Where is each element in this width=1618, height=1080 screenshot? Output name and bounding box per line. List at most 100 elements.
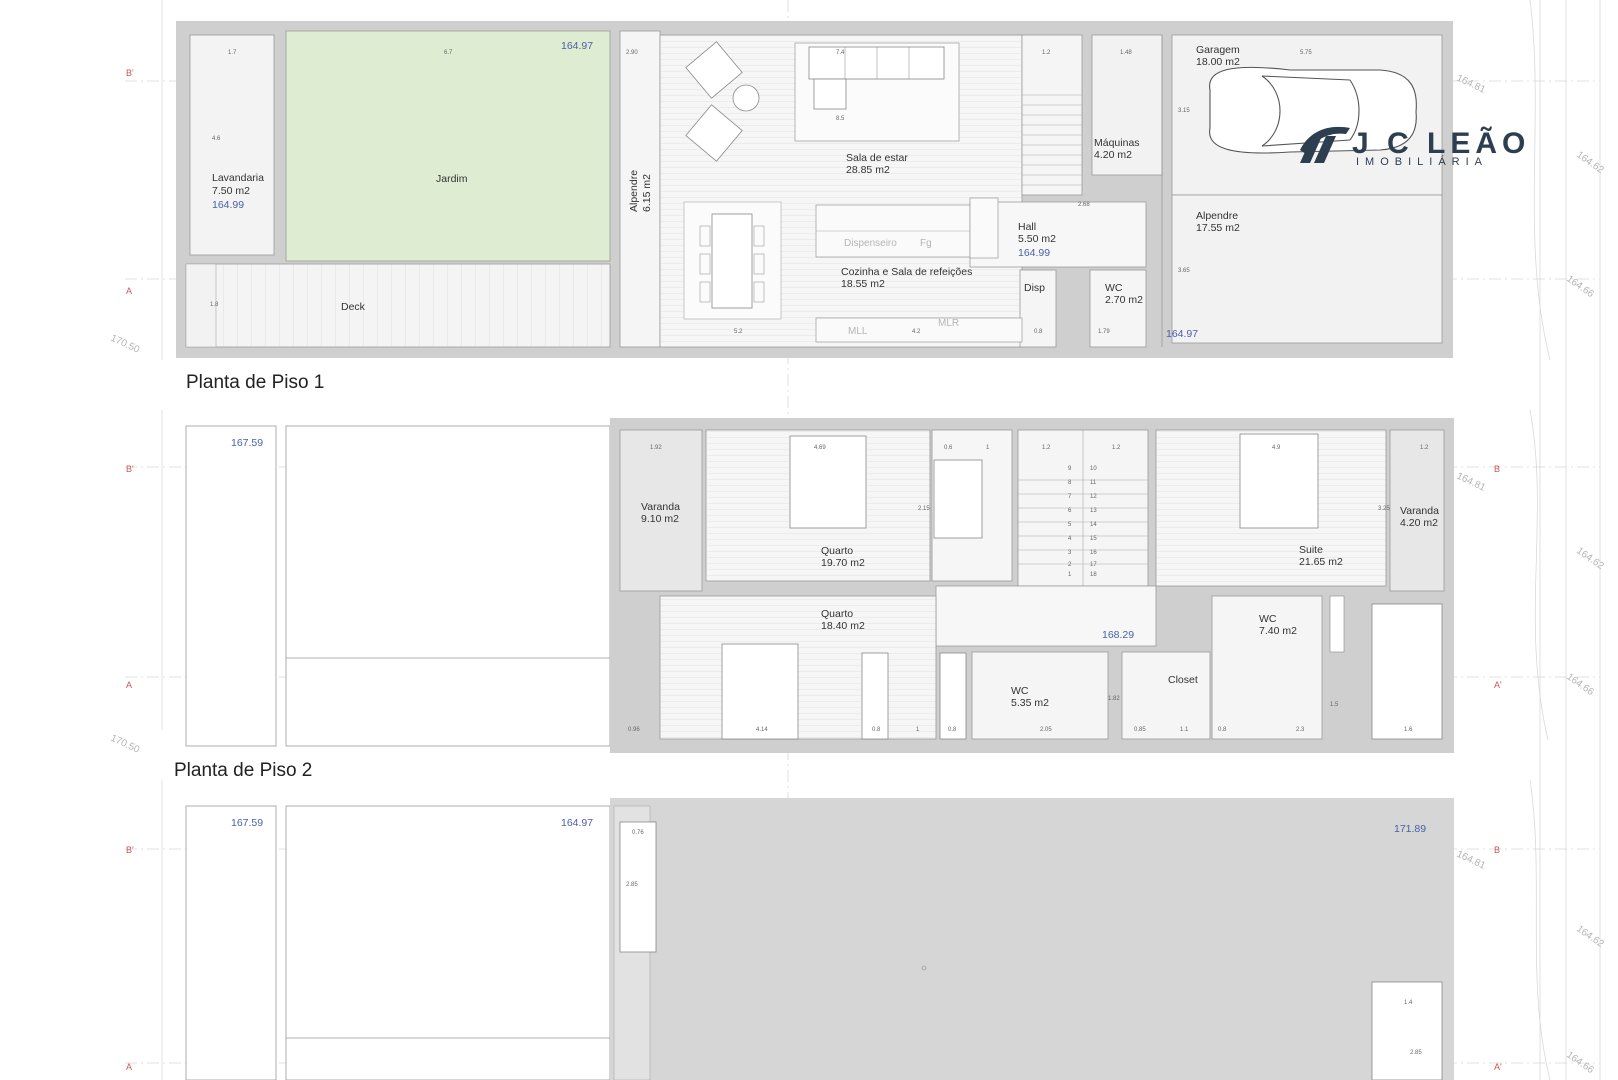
- dim-f3-2: 2.85: [626, 882, 638, 888]
- suite-area: 21.65 m2: [1299, 556, 1343, 568]
- quarto2-label: Quarto: [821, 608, 853, 620]
- dim-f1-14: 1.79: [1098, 329, 1110, 335]
- dim-f1-13: 0.8: [1034, 329, 1043, 335]
- dim-f2-8: 1.2: [1420, 445, 1429, 451]
- varanda2-label: Varanda: [1400, 505, 1439, 517]
- floor-1-plan: [176, 21, 1453, 358]
- floor-3-plan: [185, 798, 1454, 1080]
- dim-f2-6: 1.2: [1112, 445, 1121, 451]
- closet-label: Closet: [1168, 674, 1198, 686]
- left-level: 170.50: [109, 333, 142, 356]
- dim-f1-12: 4.2: [912, 329, 921, 335]
- dim-f2-13: 0.8: [872, 727, 881, 733]
- dim-f1-8: 4.6: [212, 136, 221, 142]
- landing-elevation: 168.29: [1102, 629, 1134, 641]
- axis-b-prime: B': [126, 464, 134, 474]
- dispenseiro-label: Dispenseiro: [844, 238, 897, 249]
- side-level: 164.81: [1455, 73, 1488, 96]
- dim-f3-1: 0.76: [632, 830, 644, 836]
- cozinha-area: 18.55 m2: [841, 278, 885, 290]
- alpendre2-label: Alpendre: [1196, 210, 1238, 222]
- dim-f1-5: 1.2: [1042, 50, 1051, 56]
- lavandaria-label: Lavandaria: [212, 172, 264, 184]
- mll-label: MLL: [848, 326, 868, 337]
- floor3-left-elevation: 167.59: [231, 817, 263, 829]
- dim-f2-5: 1.2: [1042, 445, 1051, 451]
- dim-f2-11: 0.96: [628, 727, 640, 733]
- wc1-label: WC: [1105, 282, 1123, 294]
- deck-label: Deck: [341, 301, 366, 313]
- garage-elevation: 164.97: [1166, 328, 1198, 340]
- axis-a: A: [126, 1062, 132, 1072]
- fridge-label: Fg: [920, 238, 932, 249]
- dim-f3-3: 1.4: [1404, 1000, 1413, 1006]
- dim-f2-18: 1.1: [1180, 727, 1189, 733]
- stair-step: 15: [1090, 536, 1097, 542]
- wc-f2-1-area: 5.35 m2: [1011, 697, 1049, 709]
- logo-subtitle: IMOBILIÁRIA: [1356, 155, 1488, 168]
- quarto1-area: 19.70 m2: [821, 557, 865, 569]
- dim-f2-1: 1.92: [650, 445, 662, 451]
- dim-f2-16: 2.05: [1040, 727, 1052, 733]
- quarto2-area: 18.40 m2: [821, 620, 865, 632]
- side-level: 164.62: [1574, 545, 1606, 572]
- dim-f2-15: 0.8: [948, 727, 957, 733]
- dim-f1-1: 1.7: [228, 50, 237, 56]
- side-level: 164.66: [1564, 671, 1596, 698]
- lavandaria-area: 7.50 m2: [212, 185, 250, 197]
- dim-f1-15: 3.15: [1178, 108, 1190, 114]
- dim-f2-22: 1.82: [1108, 696, 1120, 702]
- hall-label: Hall: [1018, 221, 1036, 233]
- floor-1-title: Planta de Piso 1: [186, 372, 324, 393]
- stair-step: 13: [1090, 508, 1097, 514]
- alpendre-area: 6.15 m2: [641, 174, 653, 212]
- maquinas-area: 4.20 m2: [1094, 149, 1132, 161]
- floor3-mid-elevation: 164.97: [561, 817, 593, 829]
- dim-f2-23: 1.5: [1330, 702, 1339, 708]
- stair-step: 11: [1090, 480, 1097, 486]
- stair-step: 18: [1090, 572, 1097, 578]
- side-level: 164.66: [1564, 273, 1596, 300]
- garden-elevation: 164.97: [561, 40, 593, 52]
- wc-f2-2-label: WC: [1259, 613, 1277, 625]
- dim-f1-17: 1.8: [210, 302, 219, 308]
- axis-b-prime: B': [126, 845, 134, 855]
- hall-area: 5.50 m2: [1018, 233, 1056, 245]
- alpendre-label: Alpendre: [628, 170, 640, 212]
- varanda1-label: Varanda: [641, 501, 680, 513]
- dim-f2-7: 4.9: [1272, 445, 1281, 451]
- dim-f1-10: 2.68: [1078, 202, 1090, 208]
- dim-f2-2: 4.69: [814, 445, 826, 451]
- dim-f1-7: 5.75: [1300, 50, 1312, 56]
- side-level: 164.62: [1574, 149, 1606, 176]
- suite-label: Suite: [1299, 544, 1323, 556]
- floor2-left-elevation: 167.59: [231, 437, 263, 449]
- axis-a-prime: A': [1494, 680, 1502, 690]
- dim-f2-9: 2.15: [918, 506, 930, 512]
- alpendre2-area: 17.55 m2: [1196, 222, 1240, 234]
- dim-f3-4: 2.85: [1410, 1050, 1422, 1056]
- dim-f2-3: 0.6: [944, 445, 953, 451]
- wc1-area: 2.70 m2: [1105, 294, 1143, 306]
- side-level: 164.62: [1574, 923, 1606, 950]
- dim-f1-3: 2.90: [626, 50, 638, 56]
- sala-label: Sala de estar: [846, 152, 908, 164]
- stair-step: 17: [1090, 562, 1097, 568]
- varanda1-area: 9.10 m2: [641, 513, 679, 525]
- cozinha-label: Cozinha e Sala de refeições: [841, 266, 972, 278]
- side-level: 164.81: [1455, 471, 1488, 494]
- floor-2-plan: [185, 418, 1454, 753]
- dim-f1-16: 3.65: [1178, 268, 1190, 274]
- floor-2-title: Planta de Piso 2: [174, 760, 312, 781]
- dim-f2-21: 1.6: [1404, 727, 1413, 733]
- left-level: 170.50: [109, 733, 142, 756]
- dim-f1-4: 7.4: [836, 50, 845, 56]
- dim-f2-17: 0.85: [1134, 727, 1146, 733]
- sala-area: 28.85 m2: [846, 164, 890, 176]
- side-level: 164.66: [1564, 1049, 1596, 1076]
- varanda2-area: 4.20 m2: [1400, 517, 1438, 529]
- axis-b: B: [1494, 464, 1500, 474]
- garagem-label: Garagem: [1196, 44, 1240, 56]
- axis-a-prime: A': [1494, 1062, 1502, 1072]
- axis-b: B: [1494, 845, 1500, 855]
